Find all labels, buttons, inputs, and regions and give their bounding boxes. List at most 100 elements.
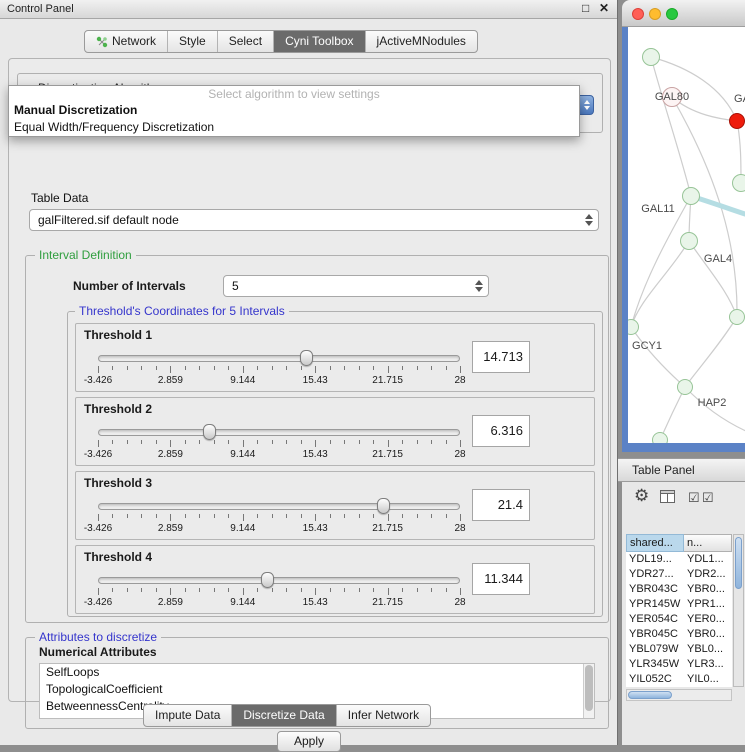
network-node[interactable] <box>642 48 660 66</box>
tab-impute-data[interactable]: Impute Data <box>144 705 232 726</box>
table-cell[interactable]: YLR345W <box>626 657 684 672</box>
threshold-label: Threshold 1 <box>84 328 152 342</box>
threshold-value-field[interactable]: 11.344 <box>472 563 530 595</box>
number-of-intervals-select[interactable]: 5 <box>223 275 489 297</box>
table-cell[interactable]: YPR145W <box>626 597 684 612</box>
table-cell[interactable]: YBR043C <box>626 582 684 597</box>
table-cell[interactable]: YER054C <box>626 612 684 627</box>
threshold-4-slider[interactable]: -3.4262.8599.14415.4321.71528 <box>98 570 460 612</box>
float-window-icon[interactable]: □ <box>582 1 589 15</box>
algorithm-combo-stepper-fragment[interactable] <box>579 95 594 115</box>
network-node[interactable] <box>680 232 698 250</box>
network-node[interactable] <box>652 432 668 443</box>
table-row[interactable]: YBR043CYBR0... <box>626 582 732 597</box>
scrollbar-thumb[interactable] <box>628 691 672 699</box>
table-cell[interactable]: YDL1... <box>684 552 732 567</box>
network-window-titlebar[interactable] <box>622 0 745 27</box>
checkbox-icon[interactable]: ☑ <box>688 490 700 506</box>
slider-track[interactable] <box>98 355 460 362</box>
slider-track[interactable] <box>98 429 460 436</box>
slider-thumb[interactable] <box>261 572 274 588</box>
network-node[interactable] <box>682 187 700 205</box>
tab-discretize-data[interactable]: Discretize Data <box>232 705 336 726</box>
threshold-value-field[interactable]: 21.4 <box>472 489 530 521</box>
table-panel-titlebar[interactable]: Table Panel <box>618 458 745 482</box>
table-cell[interactable]: YLR3... <box>684 657 732 672</box>
gear-icon[interactable]: ⚙ <box>634 486 649 506</box>
table-horizontal-scrollbar[interactable] <box>626 689 732 701</box>
slider-thumb[interactable] <box>300 350 313 366</box>
threshold-value-field[interactable]: 6.316 <box>472 415 530 447</box>
close-icon[interactable]: ✕ <box>599 1 609 15</box>
table-cell[interactable]: YBR045C <box>626 627 684 642</box>
table-cell[interactable]: YBR0... <box>684 582 732 597</box>
slider-track[interactable] <box>98 503 460 510</box>
table-cell[interactable]: YIL0... <box>684 672 732 687</box>
table-row[interactable]: YPR145WYPR1... <box>626 597 732 612</box>
algorithm-placeholder-option[interactable]: Select algorithm to view settings <box>9 86 579 102</box>
tab-label: Cyni Toolbox <box>285 31 353 52</box>
table-row[interactable]: YER054CYER0... <box>626 612 732 627</box>
slider-scale-label: 2.859 <box>158 523 183 534</box>
scrollbar-thumb[interactable] <box>585 665 593 711</box>
tab-select[interactable]: Select <box>218 31 274 52</box>
slider-thumb[interactable] <box>203 424 216 440</box>
table-data-select[interactable]: galFiltered.sif default node <box>29 209 599 231</box>
threshold-3-slider[interactable]: -3.4262.8599.14415.4321.71528 <box>98 496 460 538</box>
tab-infer-network[interactable]: Infer Network <box>337 705 430 726</box>
table-cell[interactable]: YIL052C <box>626 672 684 687</box>
table-row[interactable]: YDL19...YDL1... <box>626 552 732 567</box>
table-row[interactable]: YDR27...YDR2... <box>626 567 732 582</box>
threshold-value-field[interactable]: 14.713 <box>472 341 530 373</box>
attribute-list-item[interactable]: SelfLoops <box>40 664 594 681</box>
slider-scale-label: 9.144 <box>230 449 255 460</box>
threshold-1-slider[interactable]: -3.4262.8599.14415.4321.71528 <box>98 348 460 390</box>
scrollbar-thumb[interactable] <box>735 537 742 589</box>
network-node[interactable] <box>729 113 745 129</box>
network-node[interactable] <box>677 379 693 395</box>
column-header-name[interactable]: n... <box>684 534 732 552</box>
algorithm-option-equal-width[interactable]: Equal Width/Frequency Discretization <box>9 119 579 136</box>
table-cell[interactable]: YBL0... <box>684 642 732 657</box>
table-cell[interactable]: YDR2... <box>684 567 732 582</box>
list-scrollbar[interactable] <box>583 664 594 718</box>
network-node[interactable] <box>732 174 745 192</box>
table-row[interactable]: YIL052CYIL0... <box>626 672 732 687</box>
tab-jactivemnodules[interactable]: jActiveMNodules <box>366 31 477 52</box>
table-cell[interactable]: YBL079W <box>626 642 684 657</box>
table-row[interactable]: YBL079WYBL0... <box>626 642 732 657</box>
table-cell[interactable]: YBR0... <box>684 627 732 642</box>
column-header-shared-name[interactable]: shared... <box>626 534 684 552</box>
mac-minimize-button[interactable] <box>649 8 661 20</box>
slider-thumb[interactable] <box>377 498 390 514</box>
slider-scale-label: -3.426 <box>84 523 112 534</box>
table-row[interactable]: YBR045CYBR0... <box>626 627 732 642</box>
slider-scale-label: 15.43 <box>303 449 328 460</box>
network-node[interactable] <box>729 309 745 325</box>
stepper-arrows-icon[interactable] <box>582 214 598 226</box>
table-cell[interactable]: YPR1... <box>684 597 732 612</box>
table-cell[interactable]: YDR27... <box>626 567 684 582</box>
stepper-arrows-icon[interactable] <box>472 280 488 292</box>
control-panel-titlebar[interactable]: Control Panel □ ✕ <box>0 0 617 19</box>
threshold-4-panel: Threshold 4 -3.4262.8599.14415.4321.7152… <box>75 545 595 614</box>
table-row[interactable]: YLR345WYLR3... <box>626 657 732 672</box>
tab-cyni-toolbox[interactable]: Cyni Toolbox <box>274 31 365 52</box>
table-cell[interactable]: YER0... <box>684 612 732 627</box>
number-of-intervals-value: 5 <box>224 279 472 293</box>
table-cell[interactable]: YDL19... <box>626 552 684 567</box>
mac-zoom-button[interactable] <box>666 8 678 20</box>
table-vertical-scrollbar[interactable] <box>733 534 744 687</box>
slider-scale-label: 21.715 <box>372 375 403 386</box>
apply-button[interactable]: Apply <box>277 731 341 752</box>
attribute-list-item[interactable]: TopologicalCoefficient <box>40 681 594 698</box>
slider-track[interactable] <box>98 577 460 584</box>
algorithm-option-manual[interactable]: Manual Discretization <box>9 102 579 119</box>
tab-style[interactable]: Style <box>168 31 218 52</box>
network-canvas[interactable]: GAL80GAGAL11GAL4GCY1HAP2 <box>628 27 745 443</box>
threshold-2-slider[interactable]: -3.4262.8599.14415.4321.71528 <box>98 422 460 464</box>
tab-network[interactable]: Network <box>85 31 168 52</box>
mac-close-button[interactable] <box>632 8 644 20</box>
columns-icon[interactable] <box>660 490 675 503</box>
checkbox-icon[interactable]: ☑ <box>702 490 714 506</box>
